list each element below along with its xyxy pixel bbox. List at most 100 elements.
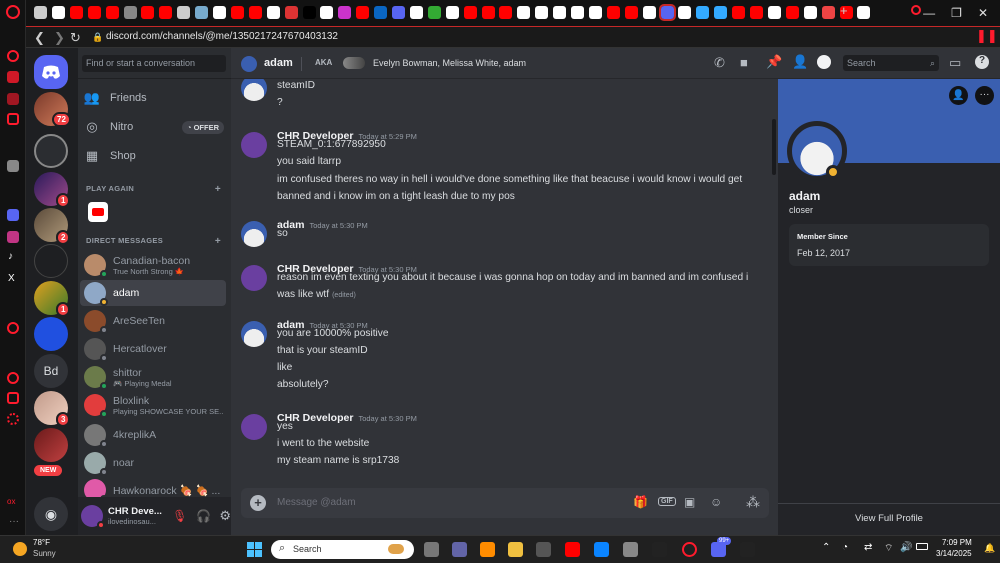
music-icon[interactable] (7, 113, 19, 125)
reload-icon[interactable]: ↻ (70, 30, 81, 46)
messenger-icon[interactable] (7, 93, 19, 105)
author-avatar[interactable] (241, 414, 267, 440)
server-icon-2[interactable] (34, 134, 68, 168)
battery-icon[interactable] (916, 543, 928, 550)
instagram-icon[interactable] (7, 231, 19, 243)
extension-icon[interactable] (7, 160, 19, 172)
history-icon[interactable] (7, 372, 19, 384)
browser-tab-icon[interactable] (785, 6, 799, 19)
weather-sun-icon[interactable] (13, 542, 27, 556)
cmd-icon[interactable] (740, 542, 755, 557)
user-info[interactable]: CHR Deve... ilovedinosau... (108, 506, 164, 526)
x-icon[interactable]: X (8, 273, 15, 284)
browser-tab-icon[interactable] (69, 6, 83, 19)
browser-tab-icon[interactable] (34, 6, 47, 19)
browser-tab-icon[interactable] (732, 6, 746, 19)
tray-icon[interactable]: ⇄ (864, 542, 872, 553)
server-bd[interactable]: Bd (34, 354, 68, 388)
browser-tab-icon[interactable] (356, 6, 370, 19)
view-full-profile-link[interactable]: View Full Profile (778, 513, 1000, 524)
browser-tab-icon[interactable] (302, 6, 316, 19)
weather-temp[interactable]: 78°F (33, 538, 50, 547)
browser-tab-icon[interactable] (392, 6, 405, 19)
header-name[interactable]: adam (264, 57, 293, 69)
emoji-icon[interactable]: ☺ (710, 495, 722, 509)
browser-tab-icon[interactable] (463, 6, 477, 19)
browser-tab-icon[interactable] (213, 6, 226, 19)
browser-tab-icon[interactable] (123, 6, 137, 19)
headset-icon[interactable]: 🎧 (196, 509, 211, 523)
search-tabs-icon[interactable] (911, 5, 921, 15)
dm-item[interactable]: Bloxlink Playing SHOWCASE YOUR SE... (80, 392, 226, 418)
more-icon[interactable]: ··· (9, 516, 19, 527)
chrome-icon[interactable] (623, 542, 638, 557)
tiktok-icon[interactable]: ♪ (8, 251, 13, 262)
browser-tab-icon[interactable] (553, 6, 567, 19)
discord-home-icon[interactable] (34, 55, 68, 89)
close-icon[interactable]: ✕ (978, 6, 988, 20)
back-icon[interactable]: ❮ (34, 30, 45, 46)
browser-tab-icon[interactable] (230, 6, 244, 19)
folder-icon[interactable] (508, 542, 523, 557)
player-icon[interactable] (7, 322, 19, 334)
browser-tab-icon[interactable] (750, 6, 763, 19)
server-icon-5[interactable] (34, 244, 68, 278)
youtube-game-tile[interactable] (88, 202, 108, 222)
start-icon[interactable] (247, 542, 262, 557)
user-avatar[interactable] (81, 505, 105, 529)
author-avatar[interactable] (241, 132, 267, 158)
wifi-icon[interactable]: ⌔ (884, 542, 893, 555)
browser-tab-icon[interactable] (624, 6, 638, 19)
volume-icon[interactable]: 🔊 (900, 542, 912, 553)
taskbar-search[interactable]: ⌕ Search (271, 540, 414, 559)
header-search-input[interactable]: Search ⌕ (843, 55, 939, 71)
browser-tab-icon[interactable] (571, 6, 584, 19)
browser-tab-icon[interactable] (266, 6, 280, 19)
browser-tab-icon[interactable] (248, 6, 262, 19)
tray-chevron-icon[interactable]: ⌃ (822, 542, 830, 553)
pin-icon[interactable]: 📌 (766, 54, 782, 70)
sticker-icon[interactable]: ▣ (684, 495, 695, 509)
browser-tab-icon[interactable] (499, 6, 513, 19)
browser-tab-icon[interactable] (658, 4, 676, 21)
browser-tab-icon[interactable] (857, 6, 871, 19)
tray-app-icon[interactable]: ◔ (842, 542, 848, 553)
browser-tab-icon[interactable] (374, 6, 388, 19)
voice-call-icon[interactable]: ✆ (714, 55, 725, 71)
file-explorer-icon[interactable] (424, 542, 439, 557)
nav-nitro[interactable]: ◎ Nitro ◔ OFFER (84, 115, 224, 139)
browser-tab-icon[interactable] (338, 6, 352, 19)
video-call-icon[interactable]: ■ (740, 55, 748, 70)
attach-icon[interactable]: + (250, 495, 266, 511)
add-friends-to-dm-icon[interactable]: 👤 (792, 54, 808, 70)
terminal-icon[interactable] (652, 542, 667, 557)
browser-tab-icon[interactable] (803, 6, 817, 19)
aria-icon[interactable] (7, 50, 19, 62)
dm-item[interactable]: Canadian-bacon True North Strong 🍁 (80, 252, 226, 278)
dm-item[interactable]: AreSeeTen (80, 308, 226, 334)
add-friend-icon[interactable]: 👤 (949, 86, 968, 105)
author-avatar[interactable] (241, 221, 267, 247)
server-icon-7[interactable] (34, 317, 68, 351)
teams-icon[interactable] (452, 542, 467, 557)
browser-tab-icon[interactable] (409, 6, 423, 19)
nav-shop[interactable]: ▦ Shop (84, 144, 224, 168)
browser-tab-icon[interactable] (517, 6, 531, 19)
pause-icon[interactable]: ❚❚ (976, 28, 998, 44)
browser-tab-icon[interactable] (535, 6, 549, 19)
author-avatar[interactable] (241, 321, 267, 347)
clock-time[interactable]: 7:09 PM (942, 538, 972, 547)
store-icon[interactable] (536, 542, 551, 557)
message-author[interactable]: CHR Developer Today at 5:30 PM (277, 412, 417, 424)
discord-side-icon[interactable] (7, 209, 19, 221)
browser-tab-icon[interactable] (445, 6, 459, 19)
gif-icon[interactable]: GIF (658, 497, 676, 506)
mute-icon[interactable]: 🎙 (172, 509, 187, 523)
opera-logo-icon[interactable] (6, 5, 20, 19)
dm-item[interactable]: shittor 🎮 Playing Medal (80, 364, 226, 390)
browser-tab-icon[interactable] (105, 6, 119, 19)
author-avatar[interactable] (241, 265, 267, 291)
browser-tab-icon[interactable] (320, 6, 334, 19)
new-tab-icon[interactable]: + (840, 3, 848, 18)
youtube-app-icon[interactable] (565, 542, 580, 557)
